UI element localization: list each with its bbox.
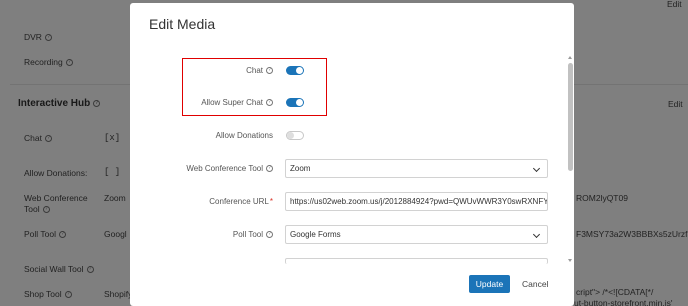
edit-media-modal: Edit Media Chat? Allow Super Chat? Allow… bbox=[130, 3, 574, 306]
conference-url-label: Conference URL* bbox=[209, 197, 273, 206]
poll-tool-label: Poll Tool? bbox=[233, 230, 273, 239]
scroll-thumb[interactable] bbox=[568, 63, 573, 171]
scroll-up-icon[interactable] bbox=[568, 56, 572, 59]
web-conference-tool-select[interactable]: Zoom bbox=[285, 159, 548, 178]
conference-url-value: https://us02web.zoom.us/j/2012884924?pwd… bbox=[290, 197, 548, 206]
chat-label: Chat? bbox=[246, 66, 273, 75]
chat-toggle[interactable] bbox=[286, 66, 304, 75]
allow-donations-toggle[interactable] bbox=[286, 131, 304, 140]
scroll-down-icon[interactable] bbox=[568, 259, 572, 262]
required-marker: * bbox=[269, 197, 273, 206]
modal-title: Edit Media bbox=[149, 16, 216, 32]
next-field-partial[interactable] bbox=[285, 258, 548, 264]
web-conference-tool-label: Web Conference Tool? bbox=[186, 164, 273, 173]
poll-tool-value: Google Forms bbox=[290, 230, 341, 239]
update-button[interactable]: Update bbox=[469, 275, 510, 293]
allow-donations-label: Allow Donations bbox=[215, 131, 273, 140]
help-icon: ? bbox=[266, 165, 273, 173]
help-icon: ? bbox=[266, 231, 273, 239]
help-icon: ? bbox=[266, 99, 273, 107]
chevron-down-icon bbox=[532, 230, 541, 239]
help-icon: ? bbox=[266, 67, 273, 75]
web-conference-tool-value: Zoom bbox=[290, 164, 311, 173]
allow-super-chat-toggle[interactable] bbox=[286, 98, 304, 107]
poll-tool-select[interactable]: Google Forms bbox=[285, 225, 548, 244]
toggle-knob bbox=[287, 132, 294, 139]
toggle-knob bbox=[296, 67, 303, 74]
toggle-knob bbox=[296, 99, 303, 106]
cancel-button[interactable]: Cancel bbox=[522, 279, 548, 289]
conference-url-input[interactable]: https://us02web.zoom.us/j/2012884924?pwd… bbox=[285, 192, 548, 211]
allow-super-chat-label: Allow Super Chat? bbox=[201, 98, 273, 107]
chevron-down-icon bbox=[532, 164, 541, 173]
